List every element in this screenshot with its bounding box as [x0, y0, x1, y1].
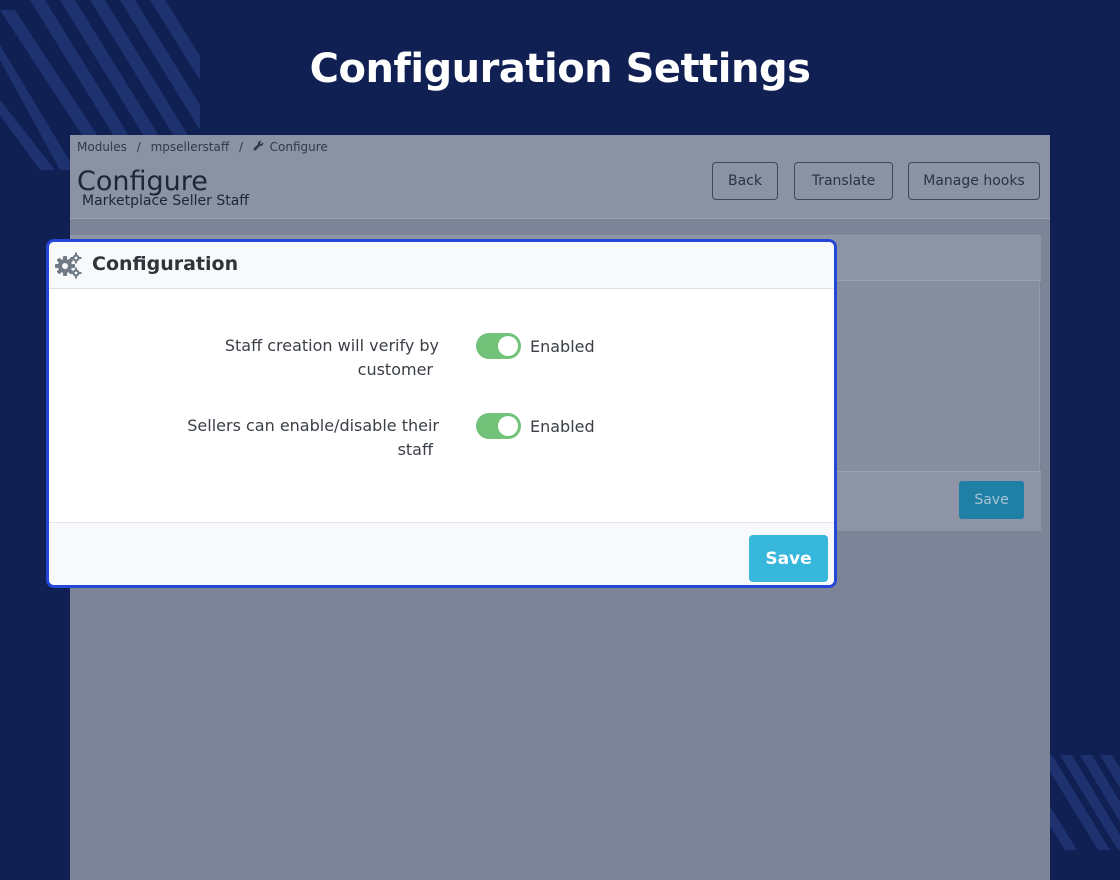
panel-footer: Save — [49, 522, 834, 585]
back-button[interactable]: Back — [712, 162, 778, 200]
manage-hooks-button[interactable]: Manage hooks — [908, 162, 1040, 200]
breadcrumb-item-modules[interactable]: Modules — [77, 140, 127, 154]
staff-verify-status: Enabled — [530, 337, 595, 356]
setting-label-line: customer — [357, 360, 433, 379]
setting-label-seller-staff: Sellers can enable/disable their staff — [49, 414, 439, 462]
decorative-stripes-bottom-right — [1040, 755, 1120, 850]
panel-header: Configuration — [49, 242, 834, 289]
panel-title: Configuration — [92, 253, 239, 275]
setting-label-line: Sellers can enable/disable their — [187, 416, 439, 435]
toggle-knob — [498, 336, 518, 356]
staff-verify-toggle[interactable] — [476, 333, 521, 359]
banner-title: Configuration Settings — [309, 46, 811, 92]
page-subtitle: Marketplace Seller Staff — [82, 193, 249, 209]
configuration-panel: Configuration Staff creation will verify… — [46, 239, 837, 588]
toggle-knob — [498, 416, 518, 436]
setting-label-line: staff — [397, 440, 433, 459]
breadcrumb-item-mpsellerstaff[interactable]: mpsellerstaff — [151, 140, 230, 154]
seller-staff-toggle[interactable] — [476, 413, 521, 439]
breadcrumb-separator: / — [238, 140, 243, 154]
background-save-button[interactable]: Save — [959, 481, 1024, 519]
save-button[interactable]: Save — [749, 535, 828, 582]
gears-icon — [55, 252, 82, 279]
setting-label-staff-verify: Staff creation will verify by customer — [49, 334, 439, 382]
breadcrumb-item-configure: Configure — [269, 140, 328, 154]
seller-staff-status: Enabled — [530, 417, 595, 436]
setting-label-line: Staff creation will verify by — [224, 336, 439, 355]
breadcrumb: Modules / mpsellerstaff / Configure — [77, 140, 334, 154]
page-header: Modules / mpsellerstaff / Configure Conf… — [70, 135, 1050, 219]
breadcrumb-separator: / — [136, 140, 141, 154]
wrench-icon — [253, 140, 268, 154]
translate-button[interactable]: Translate — [794, 162, 893, 200]
